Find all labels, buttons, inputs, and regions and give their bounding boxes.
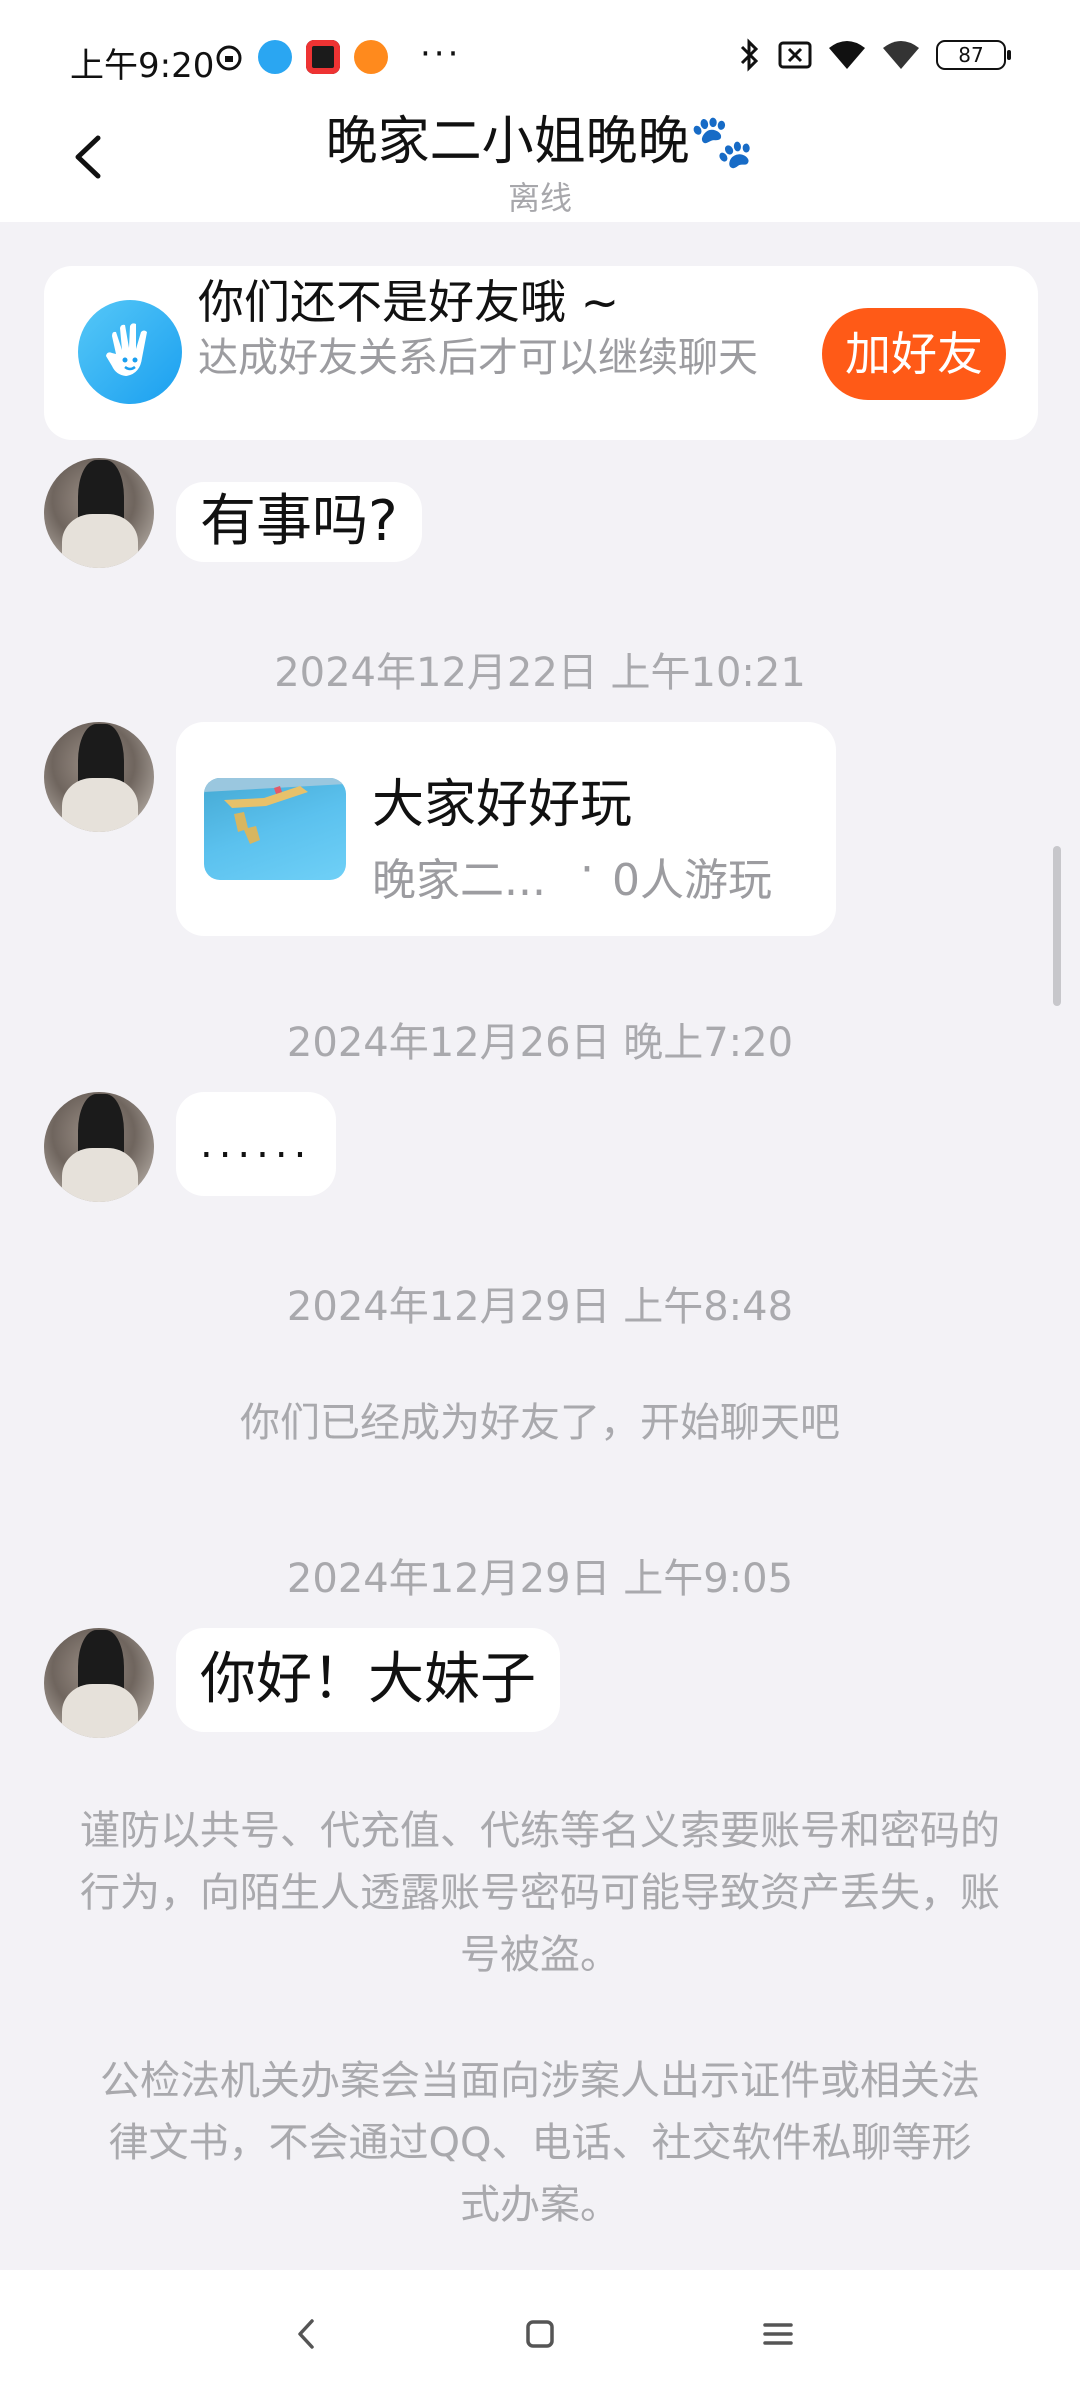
game-app-icon (354, 40, 388, 74)
message-timestamp: 2024年12月26日 晚上7:20 (286, 1020, 794, 1066)
bluetooth-icon (740, 38, 759, 72)
contact-name[interactable]: 晚家二小姐晚晚🐾 (0, 99, 1080, 174)
system-message: 你们已经成为好友了，开始聊天吧 (240, 1400, 840, 1446)
app-circle-icon (258, 40, 292, 74)
game-thumbnail (204, 778, 346, 880)
not-friends-banner: 你们还不是好友哦 ~ 达成好友关系后才可以继续聊天 加好友 (44, 266, 1038, 440)
no-sim-icon (778, 41, 812, 69)
chat-header: 晚家二小姐晚晚🐾 离线 (0, 95, 1080, 222)
message-text: ...... (200, 1121, 313, 1167)
nav-back-icon (298, 2319, 314, 2349)
alarm-lock-icon (216, 45, 242, 71)
message-text: 你好！大妹子 (200, 1647, 536, 1712)
wave-hand-icon (78, 300, 182, 404)
message-timestamp: 2024年12月22日 上午10:21 (274, 650, 806, 696)
video-app-icon (306, 40, 340, 74)
card-players: 0人游玩 (612, 855, 772, 906)
message-bubble[interactable]: 你好！大妹子 (176, 1628, 560, 1732)
system-navigation-bar (0, 2270, 1080, 2400)
card-separator: · (580, 844, 594, 895)
card-meta: 晚家二... · 0人游玩 (372, 844, 772, 908)
add-friend-button[interactable]: 加好友 (822, 308, 1006, 400)
wifi-icon (829, 41, 865, 69)
nav-menu-icon (763, 2323, 793, 2345)
contact-avatar[interactable] (44, 1092, 154, 1202)
message-bubble[interactable]: 有事吗? (176, 482, 422, 562)
message-timestamp: 2024年12月29日 上午9:05 (286, 1556, 794, 1602)
contact-avatar[interactable] (44, 722, 154, 832)
nav-menu-button[interactable] (738, 2304, 818, 2364)
status-bar: 上午9:20 ··· 87 (0, 0, 1080, 110)
scrollbar-thumb[interactable] (1053, 846, 1061, 1006)
status-right-icons: 87 (738, 38, 1011, 72)
contact-avatar[interactable] (44, 458, 154, 568)
message-timestamp: 2024年12月29日 上午8:48 (286, 1284, 794, 1330)
card-title: 大家好好玩 (372, 775, 633, 835)
status-time: 上午9:20 (70, 46, 215, 86)
nav-home-button[interactable] (500, 2304, 580, 2364)
wifi-secondary-icon (883, 41, 919, 69)
message-text: 有事吗? (200, 489, 398, 554)
status-notification-icons (214, 40, 388, 74)
security-warning: 谨防以共号、代充值、代练等名义索要账号和密码的行为，向陌生人透露账号密码可能导致… (80, 1808, 1000, 1978)
banner-description: 达成好友关系后才可以继续聊天 (198, 335, 758, 381)
game-share-card[interactable]: 大家好好玩 晚家二... · 0人游玩 (176, 722, 836, 936)
battery-level: 87 (958, 43, 984, 67)
battery-indicator: 87 (936, 40, 1011, 70)
online-status: 离线 (507, 179, 572, 217)
contact-avatar[interactable] (44, 1628, 154, 1738)
legal-warning: 公检法机关办案会当面向涉案人出示证件或相关法律文书，不会通过QQ、电话、社交软件… (100, 2058, 980, 2228)
banner-title: 你们还不是好友哦 ~ (198, 275, 620, 329)
message-bubble[interactable]: ...... (176, 1092, 337, 1196)
more-notifications-icon: ··· (420, 34, 462, 74)
nav-home-icon (526, 2320, 554, 2348)
card-author: 晚家二... (372, 855, 546, 906)
nav-back-button[interactable] (266, 2304, 346, 2364)
